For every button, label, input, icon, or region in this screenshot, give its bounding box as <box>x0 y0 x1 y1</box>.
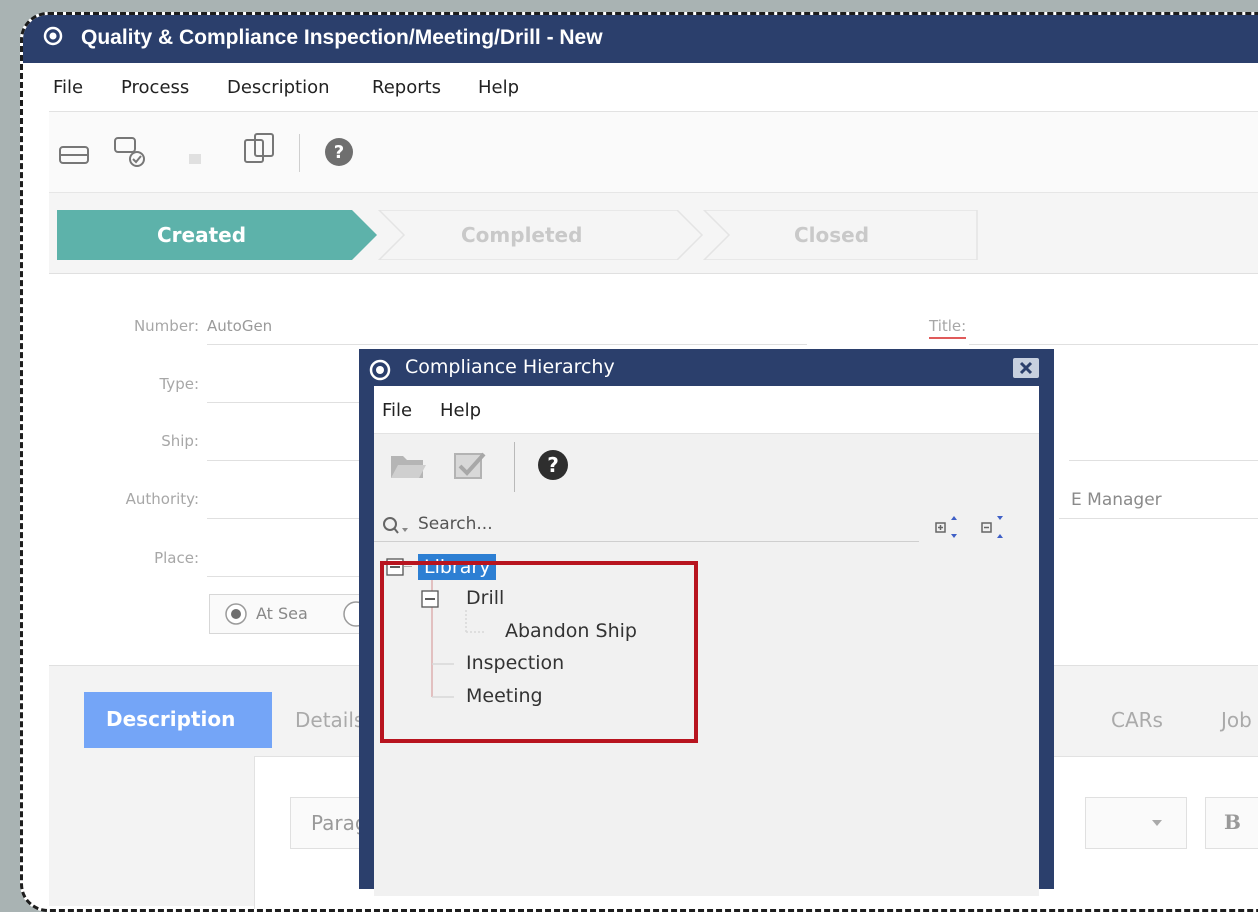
paragraph-select-end[interactable] <box>1085 797 1187 849</box>
check-box-icon[interactable] <box>452 448 488 482</box>
title-bar: Quality & Compliance Inspection/Meeting/… <box>23 15 1258 63</box>
tab-details[interactable]: Details <box>295 708 364 732</box>
close-icon <box>1019 361 1033 375</box>
tab-description[interactable]: Description <box>84 692 272 748</box>
search-underline <box>374 541 919 542</box>
search-input[interactable]: Search... <box>418 514 493 534</box>
status-stepper: Created Completed Closed <box>49 193 1258 274</box>
menu-description[interactable]: Description <box>227 77 330 98</box>
place-label: Place: <box>154 549 199 567</box>
title-field[interactable] <box>969 344 1258 345</box>
bold-label: B <box>1224 810 1241 834</box>
svg-text:?: ? <box>334 142 344 163</box>
dialog-logo-icon <box>369 359 391 381</box>
menu-file[interactable]: File <box>53 77 83 98</box>
svg-text:?: ? <box>547 453 559 477</box>
dialog-search-bar: Search... <box>374 500 1039 550</box>
app-logo-icon <box>43 26 63 46</box>
ship-label: Ship: <box>161 432 199 450</box>
dialog-close-button[interactable] <box>1013 358 1039 378</box>
dialog-toolbar-separator <box>514 442 515 492</box>
menu-help[interactable]: Help <box>478 77 519 98</box>
tab-cars[interactable]: CARs <box>1111 708 1163 732</box>
number-underline <box>207 344 807 345</box>
authority-label: Authority: <box>125 490 199 508</box>
dialog-help-icon[interactable]: ? <box>536 448 570 482</box>
toolbar-separator <box>299 134 300 172</box>
type-label: Type: <box>159 375 199 393</box>
tab-description-label: Description <box>106 707 236 731</box>
dialog-menu-bar: File Help <box>374 386 1039 434</box>
collapse-all-icon[interactable] <box>980 514 1008 542</box>
bold-button[interactable]: B <box>1205 797 1258 849</box>
help-icon[interactable]: ? <box>323 136 355 168</box>
delete-icon[interactable] <box>181 138 211 168</box>
manager-field[interactable] <box>1059 518 1258 519</box>
menu-reports[interactable]: Reports <box>372 77 441 98</box>
save-icon[interactable] <box>57 138 91 168</box>
menu-bar: File Process Description Reports Help <box>49 63 1258 112</box>
at-sea-radio[interactable] <box>224 602 248 626</box>
chevron-down-icon <box>1152 820 1162 826</box>
ship-side-field[interactable] <box>1069 460 1258 461</box>
dialog-title: Compliance Hierarchy <box>405 356 615 378</box>
at-sea-label: At Sea <box>256 604 308 623</box>
step-closed[interactable]: Closed <box>794 223 869 247</box>
manager-label: E Manager <box>1071 490 1162 510</box>
number-label: Number: <box>133 317 199 335</box>
title-label: Title: <box>929 317 967 339</box>
step-created[interactable]: Created <box>157 223 246 247</box>
step-completed[interactable]: Completed <box>461 223 582 247</box>
main-toolbar: ? <box>49 112 1258 193</box>
dialog-title-bar: Compliance Hierarchy <box>359 349 1054 386</box>
number-value: AutoGen <box>207 317 273 335</box>
search-icon[interactable] <box>382 516 412 536</box>
window-title: Quality & Compliance Inspection/Meeting/… <box>81 26 603 49</box>
tab-job[interactable]: Job S <box>1221 708 1258 732</box>
folder-open-icon[interactable] <box>388 448 428 482</box>
dialog-toolbar: ? <box>374 434 1039 500</box>
expand-all-icon[interactable] <box>934 514 962 542</box>
save-close-icon[interactable] <box>111 132 151 170</box>
copy-icon[interactable] <box>239 130 281 172</box>
dialog-menu-file[interactable]: File <box>382 400 412 421</box>
menu-process[interactable]: Process <box>121 77 189 98</box>
highlight-box <box>380 561 698 743</box>
dialog-menu-help[interactable]: Help <box>440 400 481 421</box>
